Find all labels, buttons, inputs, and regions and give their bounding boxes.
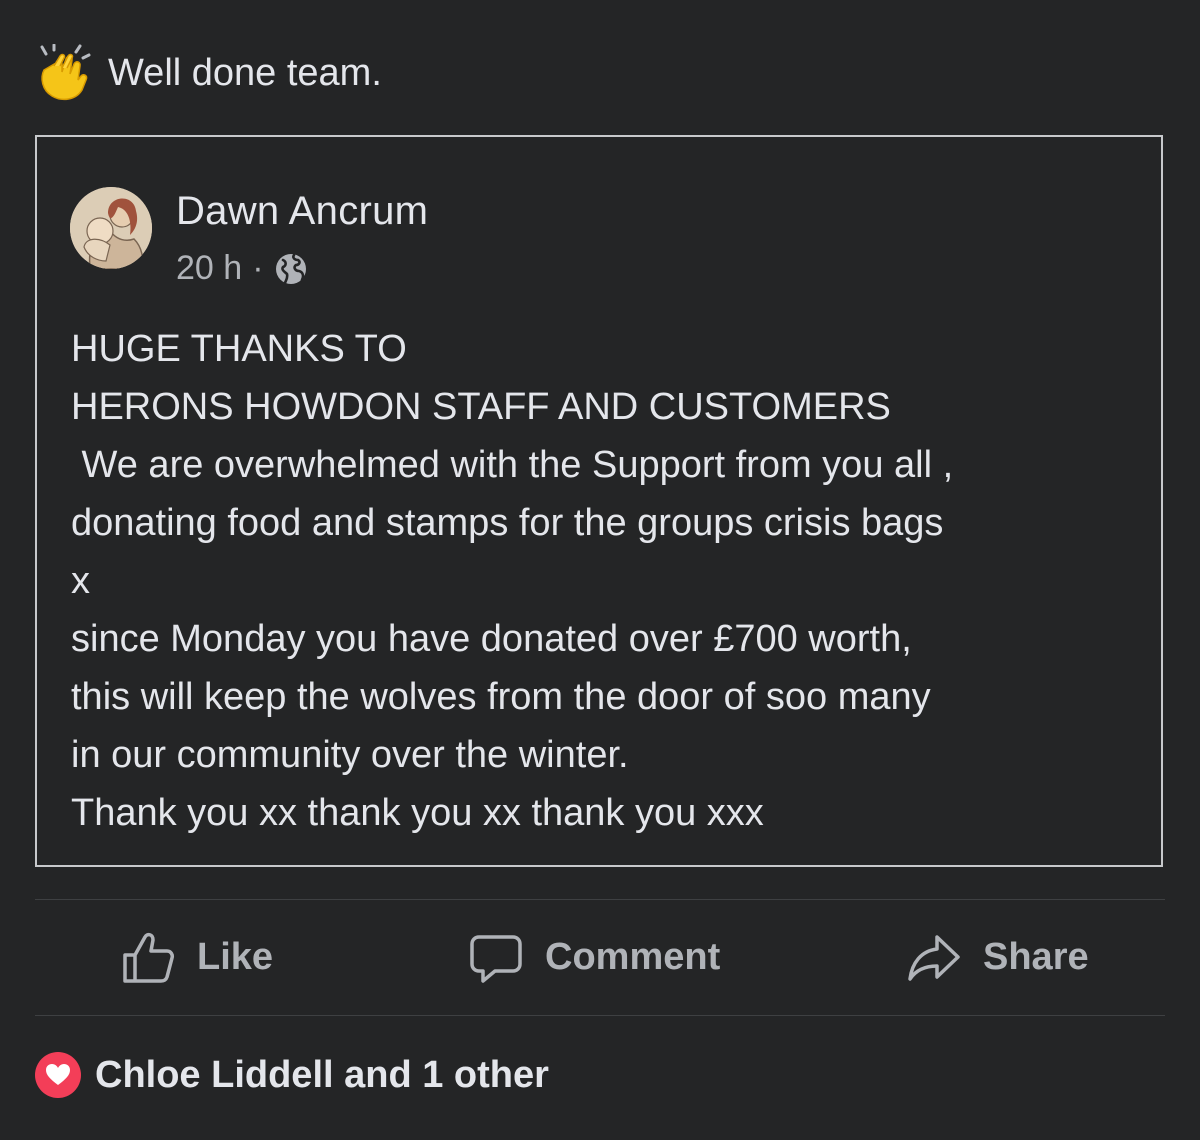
share-button[interactable]: Share	[907, 900, 1089, 1015]
like-label: Like	[197, 936, 274, 978]
clapping-hands-icon	[40, 44, 91, 101]
comment-icon	[470, 934, 522, 983]
post-line: HERONS HOWDON STAFF AND CUSTOMERS	[71, 386, 891, 428]
post-line: x	[71, 560, 90, 602]
post-line: this will keep the wolves from the door …	[71, 676, 931, 718]
post-line: since Monday you have donated over £700 …	[71, 618, 912, 660]
thumbs-up-icon	[123, 932, 174, 983]
post-body: HUGE THANKS TO HERONS HOWDON STAFF AND C…	[71, 320, 1141, 842]
meta-separator: ·	[252, 249, 264, 287]
post-line: We are overwhelmed with the Support from…	[71, 444, 954, 486]
action-bar: Like Comment Share	[35, 900, 1165, 1015]
caption-text: Well done team.	[108, 51, 382, 94]
author-name[interactable]: Dawn Ancrum	[176, 189, 428, 234]
comment-label: Comment	[545, 936, 721, 978]
share-label: Share	[983, 936, 1089, 978]
reactions-summary[interactable]: Chloe Liddell and 1 other	[35, 1052, 549, 1098]
post-line: HUGE THANKS TO	[71, 328, 407, 370]
post-time[interactable]: 20 h	[176, 249, 242, 288]
avatar[interactable]	[70, 187, 152, 269]
comment-button[interactable]: Comment	[469, 900, 720, 1015]
heart-icon	[35, 1052, 81, 1098]
like-button[interactable]: Like	[121, 900, 273, 1015]
post-line: Thank you xx thank you xx thank you xxx	[71, 792, 764, 834]
post-meta: 20 h ·	[176, 249, 308, 288]
share-icon	[908, 934, 960, 981]
shared-post[interactable]: Dawn Ancrum 20 h · HUGE THANKS TO HERONS…	[35, 135, 1163, 867]
divider	[35, 1015, 1165, 1016]
post-line: donating food and stamps for the groups …	[71, 502, 944, 544]
globe-icon	[275, 253, 306, 284]
post-line: in our community over the winter.	[71, 734, 629, 776]
post-caption: Well done team.	[36, 44, 382, 102]
reactions-text: Chloe Liddell and 1 other	[95, 1053, 549, 1096]
